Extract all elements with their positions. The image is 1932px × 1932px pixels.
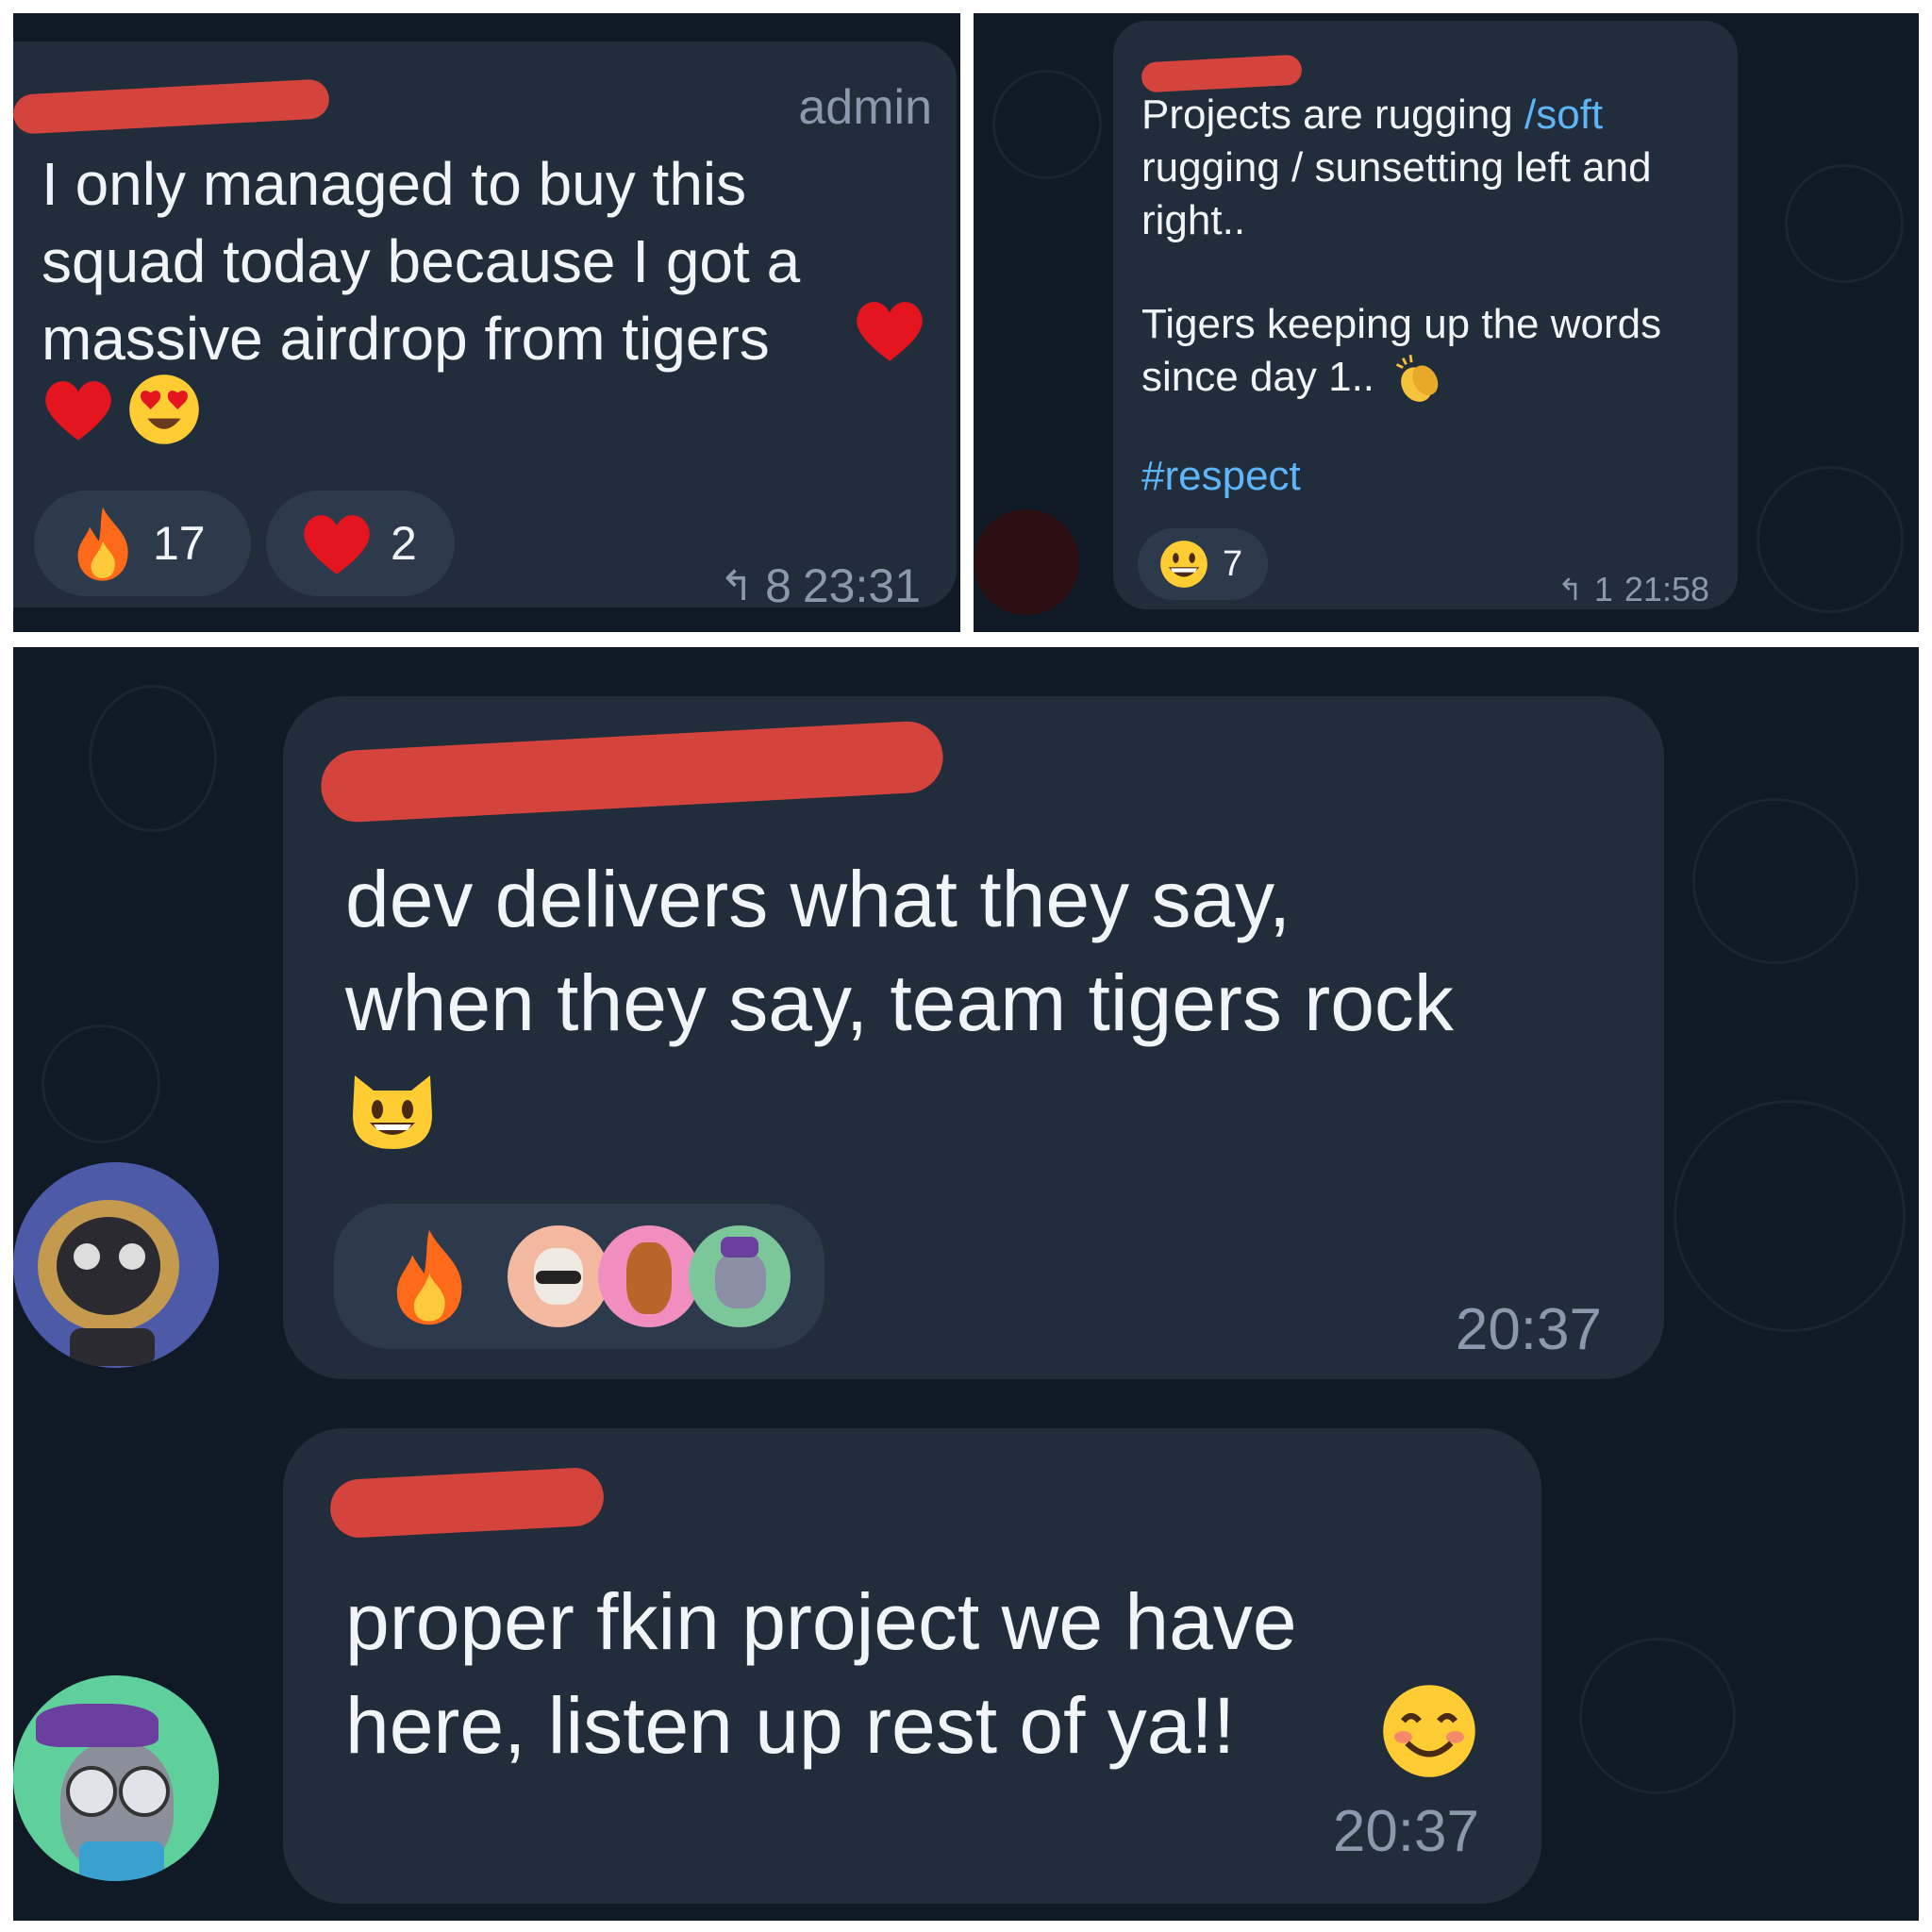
reply-arrow-icon: ↰ [719, 562, 755, 609]
reply-count: 8 [765, 559, 791, 612]
reaction-grin[interactable]: 7 [1138, 528, 1268, 600]
message-bubble-1[interactable]: dev delivers what they say, when they sa… [283, 696, 1664, 1379]
message-text-part: Projects are rugging [1141, 92, 1524, 138]
grinning-face-icon [1160, 541, 1208, 588]
heart-eyes-emoji-icon [126, 372, 202, 452]
reactor-avatar[interactable] [508, 1225, 609, 1327]
reaction-count: 2 [391, 517, 417, 570]
message-bubble[interactable]: Projects are rugging /soft rugging / sun… [1113, 21, 1738, 609]
message-time: 23:31 [802, 559, 921, 612]
reactor-avatar[interactable] [598, 1225, 700, 1327]
message-text: I only managed to buy this squad today b… [42, 150, 801, 373]
background-doodle [1757, 466, 1904, 613]
background-doodle [1785, 164, 1904, 283]
admin-badge: admin [798, 80, 932, 135]
message-time: 21:58 [1624, 570, 1709, 608]
message-text: Projects are rugging /soft rugging / sun… [1141, 89, 1726, 247]
clapping-hands-icon [1392, 353, 1445, 410]
message-text-part: rugging / sunsetting left and right.. [1141, 144, 1652, 243]
redacted-sender-name [328, 1466, 606, 1540]
background-doodle [89, 685, 217, 832]
heart-icon [42, 375, 115, 448]
background-doodle [1674, 1100, 1906, 1332]
message-text: proper fkin project we have here, listen… [345, 1577, 1297, 1770]
heart-icon [853, 296, 926, 369]
reaction-fire-with-users[interactable] [334, 1204, 824, 1349]
message-bubble-admin[interactable]: admin I only managed to buy this squad t… [13, 42, 957, 612]
reaction-fire[interactable]: 17 [34, 491, 251, 596]
user-avatar-wizard-bunny[interactable] [13, 1675, 219, 1881]
heart-icon [304, 515, 370, 575]
grinning-cat-emoji-icon [345, 1058, 440, 1158]
chat-panel-3: dev delivers what they say, when they sa… [13, 647, 1919, 1921]
fire-icon [396, 1229, 462, 1325]
message-time: 20:37 [1332, 1799, 1479, 1864]
user-avatar[interactable] [974, 509, 1079, 615]
chat-panel-1: admin I only managed to buy this squad t… [13, 13, 960, 632]
fire-icon [77, 507, 128, 581]
reaction-count: 17 [153, 517, 206, 570]
hashtag-link[interactable]: #respect [1141, 453, 1301, 500]
redacted-sender-name [13, 78, 330, 135]
background-doodle [1579, 1638, 1736, 1794]
reactor-avatar[interactable] [689, 1225, 791, 1327]
message-time: 20:37 [1455, 1297, 1602, 1362]
message-meta: ↰ 1 21:58 [1557, 570, 1709, 609]
redacted-sender-name [319, 719, 945, 824]
background-doodle [1692, 798, 1858, 964]
background-doodle [992, 70, 1102, 179]
user-avatar-astronaut[interactable] [13, 1162, 219, 1368]
reply-arrow-icon: ↰ [1557, 573, 1583, 607]
message-bubble-2[interactable]: proper fkin project we have here, listen… [283, 1428, 1541, 1904]
soft-link[interactable]: /soft [1524, 92, 1603, 138]
background-doodle [42, 1024, 160, 1143]
reaction-count: 7 [1223, 543, 1243, 584]
message-text: dev delivers what they say, when they sa… [345, 855, 1454, 1047]
smiling-face-emoji-icon [1379, 1681, 1479, 1786]
reaction-heart[interactable]: 2 [266, 491, 455, 596]
chat-panel-2: Projects are rugging /soft rugging / sun… [974, 13, 1919, 632]
redacted-sender-name [1141, 54, 1303, 93]
message-meta: ↰ 8 23:31 [719, 558, 921, 613]
reply-count: 1 [1593, 570, 1613, 608]
